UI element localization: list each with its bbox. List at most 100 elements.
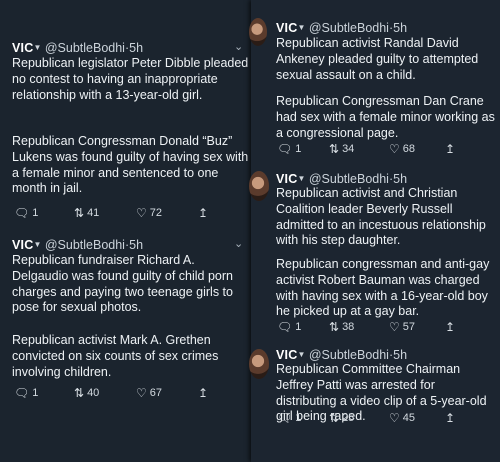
like-count: 72	[149, 207, 163, 219]
timestamp[interactable]: 5h	[393, 172, 407, 186]
tweet-actions: 🗨︎ 1 ⇅ 41 ♡ 72 ↥	[14, 206, 244, 222]
like-button[interactable]: ♡ 67	[136, 386, 162, 400]
user-handle[interactable]: @SubtleBodhi	[45, 238, 125, 252]
share-button[interactable]: ↥	[198, 206, 208, 220]
tweet-paragraph: Republican legislator Peter Dibble plead…	[12, 56, 249, 102]
display-name[interactable]: VIC	[12, 41, 33, 55]
retweet-icon: ⇅	[74, 206, 85, 220]
tweet-header: VIC▼ @SubtleBodhi·5h	[276, 172, 407, 186]
avatar[interactable]	[249, 349, 269, 379]
tweet-actions: 🗨︎ 1 ⇅ 25 ♡ 45 ↥	[277, 411, 487, 427]
timestamp[interactable]: 5h	[129, 238, 143, 252]
like-button[interactable]: ♡ 72	[136, 206, 162, 220]
retweet-icon: ⇅	[329, 320, 340, 334]
reply-count: 1	[32, 207, 39, 219]
heart-icon: ♡	[136, 386, 147, 400]
share-icon: ↥	[198, 206, 209, 220]
retweet-button[interactable]: ⇅ 25	[329, 411, 354, 425]
like-count: 57	[402, 321, 416, 333]
retweet-count: 34	[342, 143, 355, 155]
tweet-paragraph: Republican activist and Christian Coalit…	[276, 186, 486, 248]
share-button[interactable]: ↥	[445, 411, 455, 425]
retweet-count: 25	[342, 412, 355, 424]
like-button[interactable]: ♡ 45	[389, 411, 415, 425]
left-screenshot-column: VIC▼ @SubtleBodhi·5h ⌄ Republican legisl…	[0, 0, 258, 462]
tweet-actions: 🗨︎ 1 ⇅ 34 ♡ 68 ↥	[277, 142, 487, 158]
reply-count: 1	[295, 321, 302, 333]
tweet-header: VIC▼ @SubtleBodhi·5h	[276, 21, 407, 35]
share-icon: ↥	[445, 411, 456, 425]
reply-button[interactable]: 🗨︎ 1	[277, 142, 301, 156]
tweet-header: VIC▼ @SubtleBodhi·5h	[12, 41, 143, 55]
speech-bubble-icon: 🗨︎	[14, 386, 30, 400]
chevron-down-icon[interactable]: ⌄	[234, 237, 243, 250]
share-icon: ↥	[445, 320, 456, 334]
user-handle[interactable]: @SubtleBodhi	[309, 348, 389, 362]
reply-button[interactable]: 🗨︎ 1	[14, 206, 38, 220]
retweet-icon: ⇅	[329, 142, 340, 156]
retweet-button[interactable]: ⇅ 38	[329, 320, 354, 334]
reply-count: 1	[295, 143, 302, 155]
right-screenshot-column: VIC▼ @SubtleBodhi·5h Republican activist…	[249, 0, 500, 462]
reply-count: 1	[295, 412, 302, 424]
tweet-actions: 🗨︎ 1 ⇅ 40 ♡ 67 ↥	[14, 386, 244, 402]
share-button[interactable]: ↥	[445, 142, 455, 156]
display-name[interactable]: VIC	[276, 21, 297, 35]
like-count: 68	[402, 143, 416, 155]
timestamp[interactable]: 5h	[393, 348, 407, 362]
reply-count: 1	[32, 387, 39, 399]
share-button[interactable]: ↥	[445, 320, 455, 334]
reply-button[interactable]: 🗨︎ 1	[14, 386, 38, 400]
tweet-paragraph: Republican Congressman Donald “Buz” Luke…	[12, 134, 249, 196]
speech-bubble-icon: 🗨︎	[277, 320, 293, 334]
reply-button[interactable]: 🗨︎ 1	[277, 411, 301, 425]
display-name[interactable]: VIC	[276, 348, 297, 362]
heart-icon: ♡	[136, 206, 147, 220]
heart-icon: ♡	[389, 142, 400, 156]
retweet-count: 38	[342, 321, 355, 333]
heart-icon: ♡	[389, 320, 400, 334]
display-name[interactable]: VIC	[12, 238, 33, 252]
tweet-paragraph: Republican fundraiser Richard A. Delgaud…	[12, 253, 233, 315]
heart-icon: ♡	[389, 411, 400, 425]
tweet-paragraph: Republican congressman and anti-gay acti…	[276, 257, 490, 319]
speech-bubble-icon: 🗨︎	[277, 411, 293, 425]
speech-bubble-icon: 🗨︎	[14, 206, 30, 220]
retweet-button[interactable]: ⇅ 40	[74, 386, 99, 400]
share-icon: ↥	[198, 386, 209, 400]
reply-button[interactable]: 🗨︎ 1	[277, 320, 301, 334]
retweet-button[interactable]: ⇅ 41	[74, 206, 99, 220]
tweet-header: VIC▼ @SubtleBodhi·5h	[276, 348, 407, 362]
retweet-icon: ⇅	[329, 411, 340, 425]
verified-badge-icon: ▼	[297, 23, 306, 32]
user-handle[interactable]: @SubtleBodhi	[45, 41, 125, 55]
share-button[interactable]: ↥	[198, 386, 208, 400]
tweet-paragraph: Republican Congressman Dan Crane had sex…	[276, 94, 495, 140]
timestamp[interactable]: 5h	[129, 41, 143, 55]
retweet-count: 41	[87, 207, 100, 219]
avatar[interactable]	[249, 18, 267, 46]
user-handle[interactable]: @SubtleBodhi	[309, 172, 389, 186]
like-count: 45	[402, 412, 416, 424]
tweet-actions: 🗨︎ 1 ⇅ 38 ♡ 57 ↥	[277, 320, 487, 336]
user-handle[interactable]: @SubtleBodhi	[309, 21, 389, 35]
chevron-down-icon[interactable]: ⌄	[234, 40, 243, 53]
like-count: 67	[149, 387, 163, 399]
verified-badge-icon: ▼	[297, 174, 306, 183]
tweet-header: VIC▼ @SubtleBodhi·5h	[12, 238, 143, 252]
share-icon: ↥	[445, 142, 456, 156]
verified-badge-icon: ▼	[33, 240, 42, 249]
like-button[interactable]: ♡ 57	[389, 320, 415, 334]
verified-badge-icon: ▼	[297, 350, 306, 359]
avatar[interactable]	[249, 171, 269, 201]
tweet-paragraph: Republican activist Randal David Ankeney…	[276, 36, 479, 82]
retweet-icon: ⇅	[74, 386, 85, 400]
tweet-paragraph: Republican activist Mark A. Grethen conv…	[12, 333, 219, 379]
display-name[interactable]: VIC	[276, 172, 297, 186]
verified-badge-icon: ▼	[33, 43, 42, 52]
timestamp[interactable]: 5h	[393, 21, 407, 35]
speech-bubble-icon: 🗨︎	[277, 142, 293, 156]
retweet-count: 40	[87, 387, 100, 399]
like-button[interactable]: ♡ 68	[389, 142, 415, 156]
retweet-button[interactable]: ⇅ 34	[329, 142, 354, 156]
